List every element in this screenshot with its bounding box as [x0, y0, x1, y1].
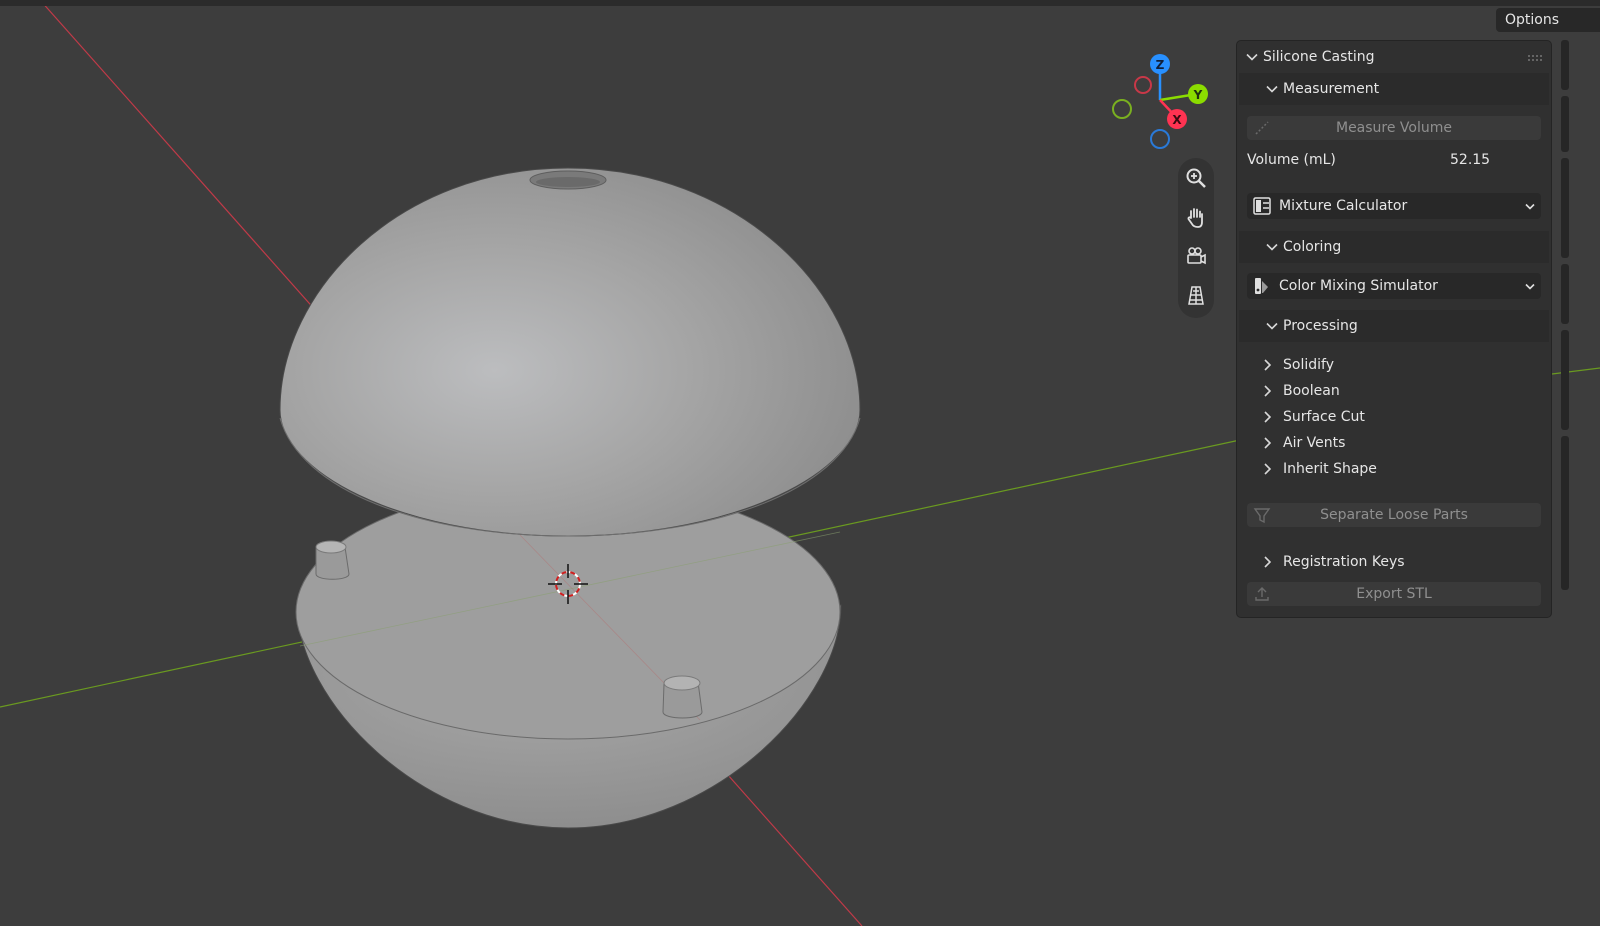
separate-loose-parts-button[interactable]: Separate Loose Parts: [1247, 503, 1541, 527]
registration-pin[interactable]: [662, 675, 703, 719]
chevron-down-icon: [1265, 73, 1279, 105]
coloring-title: Coloring: [1283, 239, 1342, 255]
ortho-grid-icon[interactable]: [1180, 279, 1212, 311]
chevron-right-icon: [1263, 457, 1275, 481]
coloring-subpanel-header[interactable]: Coloring: [1239, 231, 1549, 263]
panel-header[interactable]: Silicone Casting: [1237, 41, 1551, 73]
gizmo-neg-y[interactable]: [1112, 99, 1132, 119]
sidebar-tab[interactable]: [1561, 436, 1569, 590]
chevron-down-icon: [1265, 231, 1279, 263]
options-button[interactable]: Options: [1496, 8, 1600, 32]
gizmo-neg-x[interactable]: [1134, 76, 1152, 94]
gizmo-y-label: Y: [1193, 88, 1203, 102]
measure-volume-label: Measure Volume: [1335, 120, 1453, 136]
sidebar-tab[interactable]: [1561, 40, 1569, 90]
chevron-down-icon: [1265, 310, 1279, 342]
separate-loose-parts-label: Separate Loose Parts: [1320, 507, 1468, 523]
calculator-icon: [1253, 197, 1271, 215]
gizmo-neg-z[interactable]: [1150, 129, 1170, 149]
solidify-label: Solidify: [1283, 357, 1334, 373]
chevron-right-icon: [1263, 431, 1275, 455]
top-bar: [0, 0, 1600, 6]
export-stl-label: Export STL: [1356, 586, 1432, 602]
funnel-icon: [1253, 506, 1271, 524]
chevron-right-icon: [1263, 405, 1275, 429]
processing-title: Processing: [1283, 318, 1358, 334]
color-mixing-simulator-dropdown[interactable]: Color Mixing Simulator: [1247, 273, 1541, 299]
ruler-icon: [1253, 119, 1271, 137]
gizmo-x-label: X: [1172, 113, 1182, 127]
color-palette-icon: [1253, 277, 1271, 295]
volume-row: Volume (mL) 52.15: [1247, 149, 1541, 171]
volume-value: 52.15: [1450, 152, 1491, 168]
measurement-subpanel-header[interactable]: Measurement: [1239, 73, 1549, 105]
chevron-right-icon: [1263, 550, 1275, 574]
sidebar-tab[interactable]: [1561, 96, 1569, 152]
chevron-right-icon: [1263, 353, 1275, 377]
chevron-down-icon: [1525, 273, 1537, 299]
surface-cut-label: Surface Cut: [1283, 409, 1365, 425]
orientation-gizmo[interactable]: Z Y X: [1112, 54, 1208, 149]
measure-volume-button[interactable]: Measure Volume: [1247, 116, 1541, 140]
mixture-calculator-label: Mixture Calculator: [1279, 198, 1408, 214]
panel-title: Silicone Casting: [1263, 49, 1375, 65]
processing-subpanel-header[interactable]: Processing: [1239, 310, 1549, 342]
drag-handle-icon[interactable]: [1527, 51, 1543, 61]
sidebar-tab[interactable]: [1561, 264, 1569, 324]
export-stl-button[interactable]: Export STL: [1247, 582, 1541, 606]
zoom-icon[interactable]: [1180, 162, 1212, 194]
mixture-calculator-dropdown[interactable]: Mixture Calculator: [1247, 193, 1541, 219]
volume-label: Volume (mL): [1247, 152, 1336, 168]
silicone-casting-panel: Silicone Casting Measurement Measure Vol…: [1236, 40, 1552, 618]
gizmo-z-label: Z: [1156, 58, 1165, 72]
color-mixing-simulator-label: Color Mixing Simulator: [1279, 278, 1438, 294]
measurement-title: Measurement: [1283, 81, 1380, 97]
camera-view-icon[interactable]: [1180, 240, 1212, 272]
sidebar-tab[interactable]: [1561, 158, 1569, 258]
chevron-right-icon: [1263, 379, 1275, 403]
chevron-down-icon: [1525, 193, 1537, 219]
registration-pin[interactable]: [315, 540, 350, 580]
chevron-down-icon: [1245, 41, 1259, 73]
boolean-label: Boolean: [1283, 383, 1340, 399]
air-vents-label: Air Vents: [1283, 435, 1346, 451]
top-mold-half[interactable]: [279, 167, 861, 537]
sidebar-tab[interactable]: [1561, 330, 1569, 430]
export-icon: [1253, 585, 1271, 603]
options-label: Options: [1505, 12, 1560, 28]
hand-pan-icon[interactable]: [1180, 201, 1212, 233]
registration-keys-label: Registration Keys: [1283, 554, 1405, 570]
inherit-shape-label: Inherit Shape: [1283, 461, 1377, 477]
